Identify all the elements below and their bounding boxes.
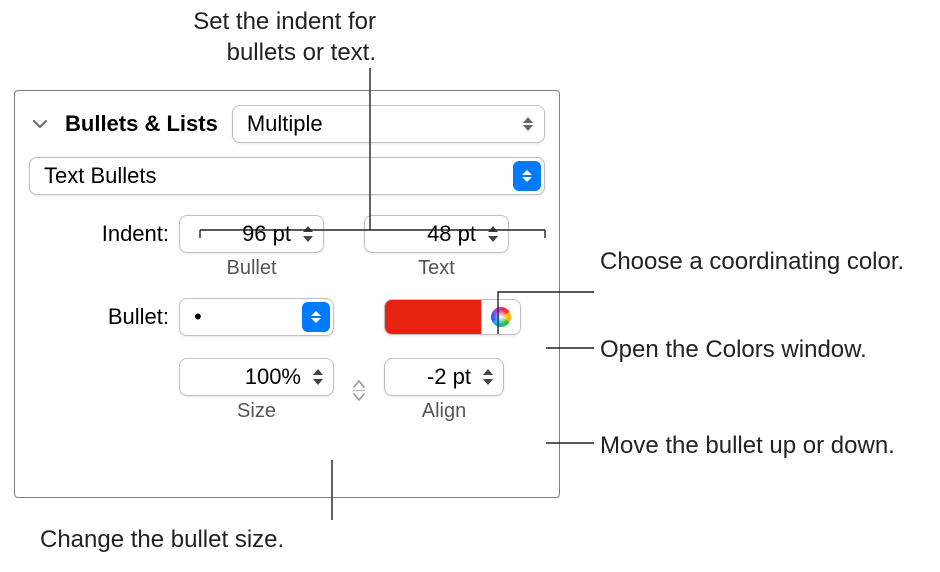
align-sublabel: Align — [422, 400, 466, 423]
bullet-align-value: -2 pt — [397, 364, 477, 390]
bullet-label: Bullet: — [29, 304, 179, 330]
open-colors-button[interactable] — [481, 300, 520, 334]
text-indent-sublabel: Text — [418, 257, 455, 280]
updown-icon — [513, 161, 541, 191]
callout-size: Change the bullet size. — [40, 524, 284, 555]
bullet-type-popup[interactable]: Text Bullets — [29, 157, 545, 195]
indent-label: Indent: — [29, 221, 179, 247]
bullet-size-stepper[interactable]: 100% — [179, 358, 334, 396]
bullet-align-stepper[interactable]: -2 pt — [384, 358, 504, 396]
bullet-indent-sublabel: Bullet — [226, 257, 276, 280]
list-style-value: Multiple — [247, 111, 323, 137]
stepper-arrows[interactable] — [307, 366, 329, 388]
callout-color: Choose a coordinating color. — [600, 246, 920, 277]
bullet-type-value: Text Bullets — [44, 163, 157, 189]
callout-indent: Set the indent for bullets or text. — [146, 6, 376, 68]
text-indent-value: 48 pt — [377, 221, 482, 247]
section-title: Bullets & Lists — [65, 111, 218, 137]
color-wheel-icon — [490, 306, 512, 328]
bullet-size-value: 100% — [192, 364, 307, 390]
updown-icon — [522, 116, 534, 132]
bullets-lists-panel: Bullets & Lists Multiple Text Bullets In… — [14, 90, 560, 498]
bullet-color-controls — [384, 299, 521, 335]
callout-color-wheel: Open the Colors window. — [600, 334, 940, 365]
list-style-popup[interactable]: Multiple — [232, 105, 545, 143]
bullet-indent-value: 96 pt — [192, 221, 297, 247]
callout-align: Move the bullet up or down. — [600, 430, 920, 461]
vertical-align-icon — [352, 379, 366, 402]
bullet-indent-stepper[interactable]: 96 pt — [179, 215, 324, 253]
bullet-symbol-value: • — [194, 306, 202, 328]
bullet-symbol-popup[interactable]: • — [179, 298, 334, 336]
stepper-arrows[interactable] — [297, 223, 319, 245]
disclosure-toggle[interactable] — [29, 113, 51, 135]
chevron-down-icon — [32, 116, 48, 132]
text-indent-stepper[interactable]: 48 pt — [364, 215, 509, 253]
stepper-arrows[interactable] — [482, 223, 504, 245]
size-sublabel: Size — [237, 400, 276, 423]
updown-icon — [302, 302, 330, 332]
bullet-color-well[interactable] — [385, 300, 481, 334]
stepper-arrows[interactable] — [477, 366, 499, 388]
